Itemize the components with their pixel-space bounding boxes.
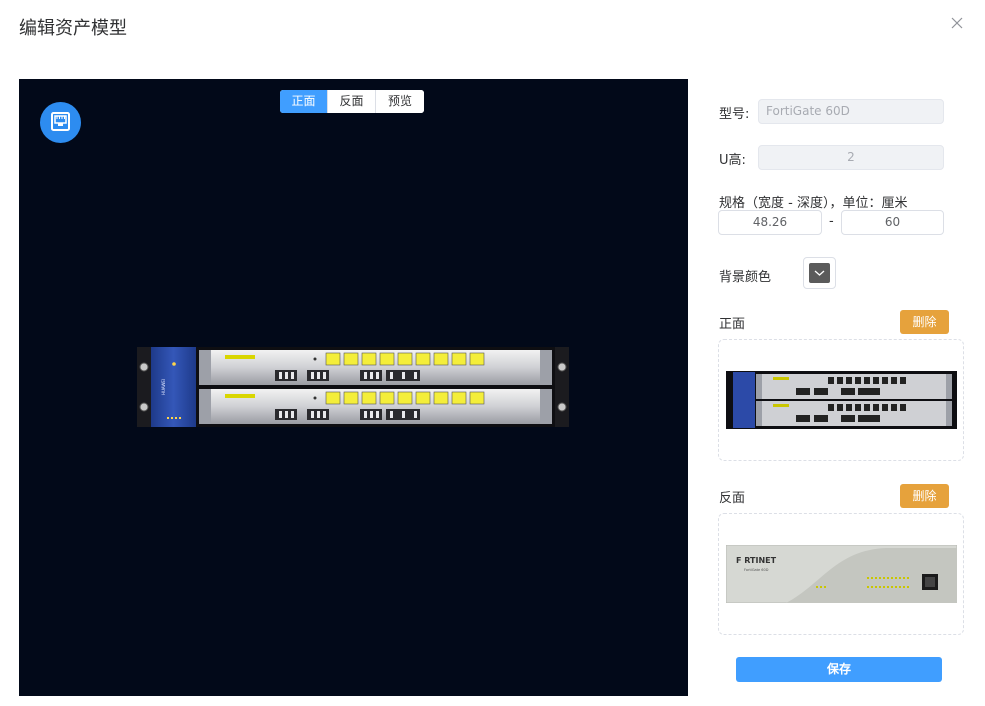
back-brand: F RTINET: [736, 556, 777, 565]
front-image-thumbnail: [726, 371, 957, 429]
back-label: 反面: [719, 491, 746, 506]
close-icon[interactable]: [950, 16, 964, 30]
tab-front[interactable]: 正面: [280, 90, 328, 113]
network-port-icon[interactable]: [40, 102, 81, 143]
model-preview-stage: 正面 反面 预览 HUAWEI: [19, 79, 688, 696]
u-height-field[interactable]: 2: [758, 145, 944, 170]
tab-back[interactable]: 反面: [328, 90, 376, 113]
dialog-title: 编辑资产模型: [19, 18, 127, 39]
front-image-box[interactable]: [718, 339, 964, 461]
width-field[interactable]: 48.26: [718, 210, 822, 235]
device-vendor: HUAWEI: [161, 379, 166, 395]
back-image-box[interactable]: F RTINET FortiGate 60D: [718, 513, 964, 635]
save-button[interactable]: 保存: [736, 657, 942, 682]
view-tabs: 正面 反面 预览: [280, 90, 424, 113]
delete-front-button[interactable]: 删除: [900, 310, 949, 334]
front-label: 正面: [719, 317, 746, 332]
delete-back-button[interactable]: 删除: [900, 484, 949, 508]
chevron-down-icon: [814, 270, 825, 276]
spec-label: 规格（宽度 - 深度），单位：厘米: [719, 196, 908, 211]
model-field[interactable]: FortiGate 60D: [758, 99, 944, 124]
back-image-thumbnail: F RTINET FortiGate 60D: [726, 545, 957, 603]
model-label: 型号:: [719, 107, 750, 122]
device-front-model[interactable]: HUAWEI: [137, 347, 569, 427]
bg-color-label: 背景颜色: [719, 270, 772, 285]
bg-color-swatch: [809, 263, 830, 283]
depth-field[interactable]: 60: [841, 210, 944, 235]
tab-preview[interactable]: 预览: [376, 90, 424, 113]
bg-color-picker[interactable]: [803, 257, 836, 289]
u-height-label: U高:: [719, 153, 746, 168]
back-model: FortiGate 60D: [744, 568, 769, 572]
spec-dash: -: [829, 214, 834, 229]
